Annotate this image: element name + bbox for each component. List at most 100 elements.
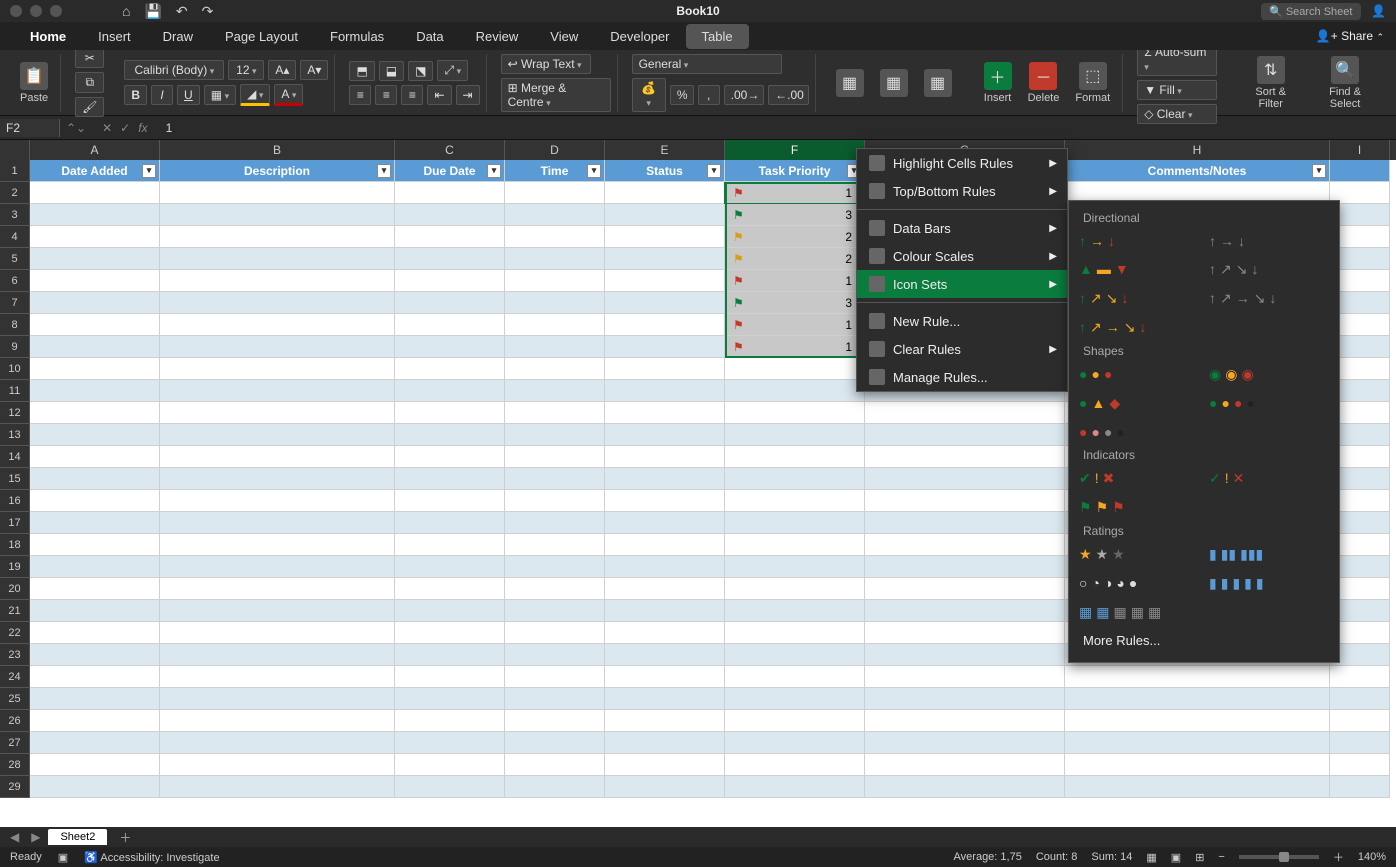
cell-H1[interactable]: Comments/Notes▾ — [1065, 160, 1330, 182]
cell-A2[interactable] — [30, 182, 160, 204]
cell-C24[interactable] — [395, 666, 505, 688]
cell-D6[interactable] — [505, 270, 605, 292]
tab-insert[interactable]: Insert — [82, 24, 147, 49]
cell-E24[interactable] — [605, 666, 725, 688]
cell-E22[interactable] — [605, 622, 725, 644]
cell-G13[interactable] — [865, 424, 1065, 446]
cell-E18[interactable] — [605, 534, 725, 556]
cell-A29[interactable] — [30, 776, 160, 798]
cell-F20[interactable] — [725, 578, 865, 600]
view-normal-icon[interactable]: ▦ — [1146, 851, 1156, 864]
cell-C28[interactable] — [395, 754, 505, 776]
cell-B16[interactable] — [160, 490, 395, 512]
cell-E15[interactable] — [605, 468, 725, 490]
format-table-button[interactable]: ▦ — [874, 67, 914, 99]
zoom-in-button[interactable]: ＋ — [1333, 849, 1344, 865]
cell-E29[interactable] — [605, 776, 725, 798]
cell-I28[interactable] — [1330, 754, 1390, 776]
cell-B19[interactable] — [160, 556, 395, 578]
col-header-C[interactable]: C — [395, 140, 505, 160]
iconset-3arrows-gray[interactable]: ↑→↓ — [1209, 233, 1319, 249]
cell-E13[interactable] — [605, 424, 725, 446]
row-header-15[interactable]: 15 — [0, 468, 30, 490]
cell-G12[interactable] — [865, 402, 1065, 424]
cell-F8[interactable]: ⚑1 — [725, 314, 865, 336]
name-box[interactable]: F2 — [0, 119, 60, 137]
row-header-5[interactable]: 5 — [0, 248, 30, 270]
underline-button[interactable]: U — [177, 85, 200, 105]
cell-D14[interactable] — [505, 446, 605, 468]
cell-E9[interactable] — [605, 336, 725, 358]
cell-A23[interactable] — [30, 644, 160, 666]
iconset-3symbols-circled[interactable]: ✔!✖ — [1079, 470, 1189, 487]
cell-E7[interactable] — [605, 292, 725, 314]
align-bottom-button[interactable]: ⬔ — [408, 61, 433, 81]
font-name-select[interactable]: Calibri (Body) — [124, 60, 224, 80]
cell-G14[interactable] — [865, 446, 1065, 468]
iconset-3symbols[interactable]: ✓!✕ — [1209, 470, 1319, 487]
name-box-expand[interactable]: ⌃⌄ — [60, 121, 92, 135]
cell-E1[interactable]: Status▾ — [605, 160, 725, 182]
zoom-level[interactable]: 140% — [1358, 851, 1386, 863]
cell-A3[interactable] — [30, 204, 160, 226]
fill-color-button[interactable]: ◢ — [240, 84, 270, 106]
cell-A26[interactable] — [30, 710, 160, 732]
cell-G20[interactable] — [865, 578, 1065, 600]
row-header-14[interactable]: 14 — [0, 446, 30, 468]
cell-F13[interactable] — [725, 424, 865, 446]
accessibility-status[interactable]: ♿ Accessibility: Investigate — [84, 851, 219, 864]
cell-B26[interactable] — [160, 710, 395, 732]
iconset-3trafficlights-rimmed[interactable]: ◉◉◉ — [1209, 366, 1319, 383]
cell-C20[interactable] — [395, 578, 505, 600]
cell-F17[interactable] — [725, 512, 865, 534]
align-center-button[interactable]: ≡ — [375, 85, 397, 105]
align-top-button[interactable]: ⬒ — [349, 61, 374, 81]
cell-H27[interactable] — [1065, 732, 1330, 754]
more-rules-button[interactable]: More Rules... — [1069, 625, 1339, 656]
cell-E11[interactable] — [605, 380, 725, 402]
cell-F27[interactable] — [725, 732, 865, 754]
cell-C9[interactable] — [395, 336, 505, 358]
cell-B20[interactable] — [160, 578, 395, 600]
iconset-5quarters[interactable]: ○◔◑◕● — [1079, 575, 1189, 592]
cell-B4[interactable] — [160, 226, 395, 248]
cf-menu-manage-rules-[interactable]: Manage Rules... — [857, 363, 1067, 391]
decrease-decimal-button[interactable]: ←.00 — [768, 85, 808, 105]
tab-developer[interactable]: Developer — [594, 24, 685, 49]
tab-table[interactable]: Table — [686, 24, 749, 49]
cell-A8[interactable] — [30, 314, 160, 336]
row-header-22[interactable]: 22 — [0, 622, 30, 644]
cell-F6[interactable]: ⚑1 — [725, 270, 865, 292]
cell-D4[interactable] — [505, 226, 605, 248]
align-left-button[interactable]: ≡ — [349, 85, 371, 105]
cell-E20[interactable] — [605, 578, 725, 600]
cell-A27[interactable] — [30, 732, 160, 754]
cell-G24[interactable] — [865, 666, 1065, 688]
cell-D22[interactable] — [505, 622, 605, 644]
cell-A1[interactable]: Date Added▾ — [30, 160, 160, 182]
tab-data[interactable]: Data — [400, 24, 459, 49]
cell-C7[interactable] — [395, 292, 505, 314]
cell-G18[interactable] — [865, 534, 1065, 556]
filter-B[interactable]: ▾ — [377, 164, 391, 178]
add-sheet-button[interactable]: ＋ — [111, 829, 139, 846]
cell-F28[interactable] — [725, 754, 865, 776]
cell-C6[interactable] — [395, 270, 505, 292]
row-header-16[interactable]: 16 — [0, 490, 30, 512]
cell-C1[interactable]: Due Date▾ — [395, 160, 505, 182]
currency-button[interactable]: 💰 — [632, 78, 666, 112]
cell-A6[interactable] — [30, 270, 160, 292]
increase-decimal-button[interactable]: .00→ — [724, 85, 764, 105]
cell-B9[interactable] — [160, 336, 395, 358]
cell-H26[interactable] — [1065, 710, 1330, 732]
col-header-F[interactable]: F — [725, 140, 865, 160]
cell-E17[interactable] — [605, 512, 725, 534]
iconset-3trafficlights[interactable]: ●●● — [1079, 366, 1189, 383]
cancel-formula-icon[interactable]: ✕ — [102, 121, 112, 135]
redo-icon[interactable]: ↷ — [202, 3, 214, 20]
cell-B24[interactable] — [160, 666, 395, 688]
cell-A10[interactable] — [30, 358, 160, 380]
align-middle-button[interactable]: ⬓ — [379, 61, 404, 81]
formula-input[interactable]: 1 — [158, 119, 181, 137]
cell-E12[interactable] — [605, 402, 725, 424]
